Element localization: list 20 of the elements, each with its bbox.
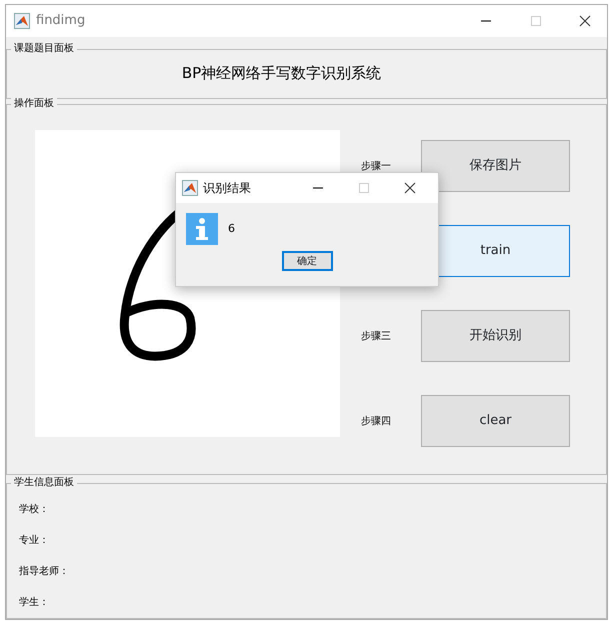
app-logo-icon	[182, 180, 198, 196]
step-label: 步骤一	[361, 160, 392, 174]
app-logo-icon	[14, 13, 30, 29]
step-button[interactable]: 保存图片	[421, 140, 570, 192]
dialog-message: 6	[228, 220, 235, 237]
field-label: 学校：	[19, 502, 50, 516]
info-icon	[186, 213, 218, 245]
field-label: 指导老师：	[19, 564, 70, 578]
dialog-title: 识别结果	[203, 180, 251, 197]
close-icon[interactable]	[579, 15, 591, 27]
step-button[interactable]: 开始识别	[421, 310, 570, 362]
ok-button[interactable]: 确定	[282, 251, 332, 271]
step-button[interactable]: clear	[421, 395, 570, 447]
close-icon[interactable]	[404, 182, 416, 194]
step-label: 步骤三	[361, 330, 392, 344]
window-title: findimg	[36, 12, 86, 30]
field-label: 学生：	[19, 596, 50, 609]
heading-text: BP神经网络手写数字识别系统	[182, 63, 382, 82]
step-label: 步骤四	[361, 414, 392, 428]
field-label: 专业：	[19, 534, 50, 547]
